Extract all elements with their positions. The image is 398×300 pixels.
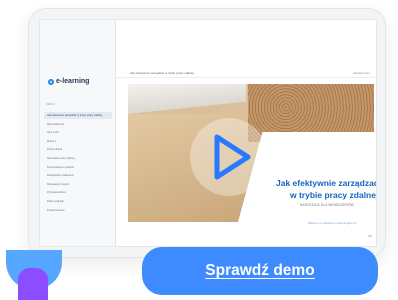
video-headline-line2: w trybie pracy zdalnej — [290, 190, 377, 200]
course-sidebar: e-learning MENU Jak efektywnie zarządzać… — [40, 20, 116, 246]
page-counter: 1/5 — [367, 234, 372, 238]
promo-stage: e-learning MENU Jak efektywnie zarządzać… — [0, 0, 398, 300]
elearning-logo: e-learning — [48, 78, 89, 85]
keyboard-image — [128, 84, 246, 114]
video-headline-line1: Jak efektywnie zarządzać — [276, 178, 377, 188]
sidebar-item[interactable]: Narzędzia pracy zdalnej — [44, 155, 112, 162]
play-button[interactable] — [190, 118, 268, 196]
demo-button-label: Sprawdź demo — [205, 262, 315, 279]
demo-button[interactable]: Sprawdź demo — [142, 247, 378, 295]
decorative-purple-shape — [18, 268, 48, 300]
sidebar-item[interactable]: Motywacja zespołu — [44, 181, 112, 188]
sidebar-item[interactable]: Dobre praktyki — [44, 198, 112, 205]
sidebar-item[interactable]: Moduł 1 — [44, 138, 112, 145]
back-icon[interactable]: ‹ — [122, 68, 123, 78]
sidebar-item[interactable]: Podsumowanie — [44, 207, 112, 214]
sidebar-item[interactable]: Spis treści — [44, 129, 112, 136]
sidebar-item[interactable]: Wyzwania lidera — [44, 189, 112, 196]
sidebar-item[interactable]: Jak efektywnie zarządzać w trybie pracy … — [44, 112, 112, 119]
sidebar-item[interactable]: Praca zdalna — [44, 146, 112, 153]
close-course-link[interactable]: Zamknij kurs — [353, 68, 370, 78]
sidebar-item[interactable]: Zarządzanie zadaniami — [44, 172, 112, 179]
sidebar-item[interactable]: Wprowadzenie — [44, 121, 112, 128]
sidebar-item[interactable]: Komunikacja w zespole — [44, 164, 112, 171]
course-topbar: ‹ Jak efektywnie zarządzać w trybie prac… — [116, 68, 376, 78]
logo-icon — [48, 78, 54, 85]
sidebar-list: Jak efektywnie zarządzać w trybie pracy … — [40, 112, 116, 215]
logo-text: e-learning — [56, 78, 90, 85]
course-main: ‹ Jak efektywnie zarządzać w trybie prac… — [116, 20, 377, 246]
video-subline: NARZĘDZIA DLA MENEDŻERÓW — [300, 203, 354, 207]
course-title: Jak efektywnie zarządzać w trybie pracy … — [130, 71, 194, 75]
tablet-frame: e-learning MENU Jak efektywnie zarządzać… — [28, 8, 386, 258]
video-footer-note: Witamy w szkoleniu e-learningowym — [308, 221, 357, 225]
course-screen: e-learning MENU Jak efektywnie zarządzać… — [39, 19, 377, 247]
sidebar-section-label: MENU — [46, 102, 55, 106]
play-icon — [214, 134, 251, 180]
video-player[interactable] — [128, 84, 374, 222]
